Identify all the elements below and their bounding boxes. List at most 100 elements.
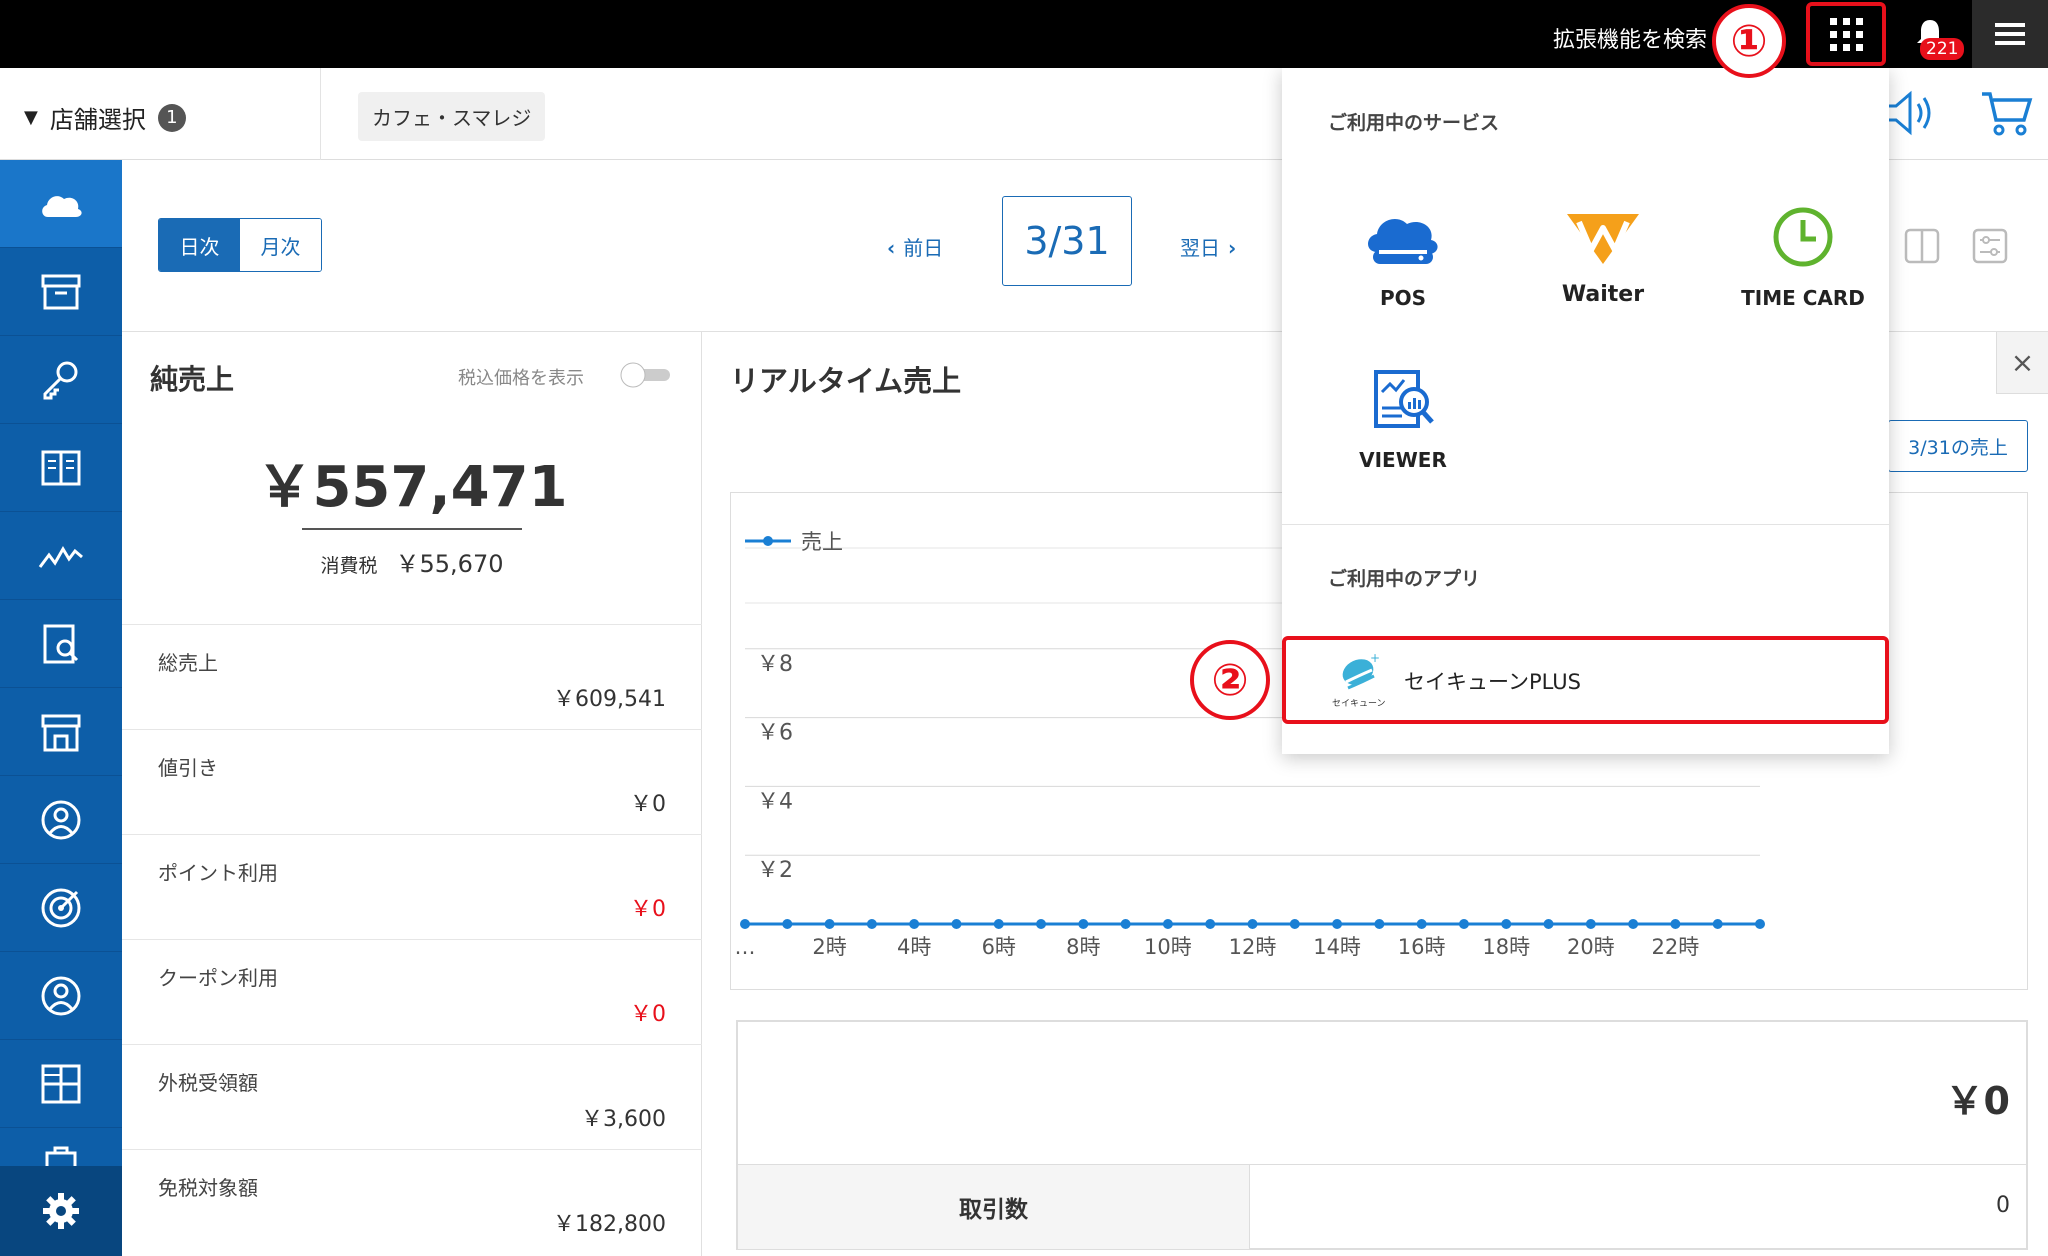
service-label: POS bbox=[1379, 286, 1427, 310]
consumption-tax-value: ￥55,670 bbox=[395, 550, 504, 578]
tax-toggle-switch[interactable] bbox=[620, 362, 674, 388]
cart-icon[interactable] bbox=[1980, 88, 2034, 138]
data-point bbox=[1543, 919, 1554, 929]
service-timecard[interactable]: TIME CARD bbox=[1708, 202, 1898, 322]
x-tick-label: … bbox=[735, 935, 756, 959]
summary-row-value: ￥0 bbox=[630, 897, 666, 922]
total-sales-value: ￥0 bbox=[1945, 1079, 2010, 1123]
sidebar-item-home[interactable] bbox=[0, 160, 122, 248]
legend-label: 売上 bbox=[801, 530, 843, 554]
x-tick-label: 16時 bbox=[1398, 935, 1446, 959]
extension-search-link[interactable]: 拡張機能を検索 bbox=[1553, 22, 1707, 54]
x-tick-label: 2時 bbox=[812, 935, 846, 959]
close-icon: × bbox=[2010, 346, 2035, 379]
summary-row-label: 総売上 bbox=[158, 651, 218, 675]
net-sales-panel: 純売上 税込価格を表示 ￥557,471 消費税 ￥55,670 総売上 ￥609,… bbox=[122, 332, 702, 1256]
sidebar-item-layout[interactable] bbox=[0, 1040, 122, 1128]
book-icon bbox=[41, 450, 81, 485]
data-point bbox=[951, 919, 962, 929]
app-seikyun-plus[interactable]: + セイキューン セイキューンPLUS bbox=[1282, 636, 1889, 724]
sidebar-item-staff[interactable] bbox=[0, 776, 122, 864]
next-day-button[interactable]: 翌日 › bbox=[1180, 232, 1236, 261]
consumption-tax: 消費税 ￥55,670 bbox=[122, 544, 702, 579]
bag-icon bbox=[45, 1146, 77, 1167]
apps-grid-button[interactable] bbox=[1806, 2, 1886, 66]
sidebar-item-search-report[interactable] bbox=[0, 600, 122, 688]
data-point bbox=[1755, 919, 1765, 929]
cloud-icon bbox=[42, 195, 82, 217]
close-button[interactable]: × bbox=[1996, 332, 2048, 394]
tab-monthly[interactable]: 月次 bbox=[240, 219, 321, 271]
data-point bbox=[1670, 919, 1681, 929]
waiter-icon bbox=[1567, 214, 1639, 264]
line-chart-icon bbox=[38, 545, 83, 568]
notification-badge: 221 bbox=[1920, 38, 1965, 60]
total-panel: ￥0 取引数 0 bbox=[736, 1020, 2028, 1250]
target-icon bbox=[41, 888, 81, 927]
summary-row: 総売上 ￥609,541 bbox=[122, 624, 702, 729]
data-point bbox=[824, 919, 835, 929]
data-point bbox=[1078, 919, 1089, 929]
y-tick-label: ￥6 bbox=[757, 721, 793, 746]
date-picker[interactable]: 3/31 bbox=[1002, 196, 1132, 286]
sidebar-item-products[interactable] bbox=[0, 248, 122, 336]
x-tick-label: 22時 bbox=[1652, 935, 1700, 959]
store-select-dropdown[interactable]: ▼ 店舗選択 1 bbox=[24, 100, 186, 135]
settings-sliders-icon[interactable] bbox=[1972, 228, 2008, 264]
apps-title: ご利用中のアプリ bbox=[1328, 568, 1481, 590]
key-icon bbox=[43, 361, 78, 399]
data-point bbox=[993, 919, 1004, 929]
period-toggle: 日次 月次 bbox=[158, 218, 322, 272]
summary-row: ポイント利用 ￥0 bbox=[122, 834, 702, 939]
x-tick-label: 4時 bbox=[897, 935, 931, 959]
transactions-value: 0 bbox=[1996, 1193, 2010, 1218]
summary-row-value: ￥0 bbox=[630, 1002, 666, 1027]
tax-toggle-label: 税込価格を表示 bbox=[458, 368, 584, 389]
summary-row-value: ￥182,800 bbox=[553, 1212, 666, 1237]
service-pos[interactable]: POS bbox=[1308, 202, 1498, 322]
layout-columns-icon[interactable] bbox=[1904, 228, 1940, 264]
sidebar bbox=[0, 160, 122, 1256]
svg-text:+: + bbox=[1370, 651, 1380, 665]
sidebar-item-analytics[interactable] bbox=[0, 512, 122, 600]
data-point bbox=[1374, 919, 1385, 929]
data-point bbox=[1120, 919, 1131, 929]
service-viewer[interactable]: VIEWER bbox=[1308, 364, 1498, 484]
sidebar-item-bag[interactable] bbox=[0, 1128, 122, 1168]
callout-step-2: ② bbox=[1190, 640, 1270, 720]
data-point bbox=[1247, 919, 1258, 929]
daily-sales-button[interactable]: 3/31の売上 bbox=[1888, 420, 2028, 472]
sidebar-item-store[interactable] bbox=[0, 688, 122, 776]
x-tick-label: 18時 bbox=[1482, 935, 1530, 959]
sidebar-item-target[interactable] bbox=[0, 864, 122, 952]
summary-row-value: ￥3,600 bbox=[581, 1107, 666, 1132]
speaker-icon[interactable] bbox=[1880, 88, 1940, 138]
summary-row: 外税受領額 ￥3,600 bbox=[122, 1044, 702, 1149]
data-point bbox=[1501, 919, 1512, 929]
sidebar-item-customers[interactable] bbox=[0, 952, 122, 1040]
gear-icon bbox=[43, 1193, 79, 1229]
apps-dropdown: ご利用中のサービス POS Waiter TIME CARD VIEWER ご利… bbox=[1282, 68, 1889, 754]
data-point bbox=[1332, 919, 1343, 929]
settings-button[interactable] bbox=[0, 1166, 122, 1256]
x-tick-label: 14時 bbox=[1313, 935, 1361, 959]
data-point bbox=[740, 919, 750, 929]
menu-button[interactable] bbox=[1972, 0, 2048, 68]
sidebar-item-reports[interactable] bbox=[0, 424, 122, 512]
store-select-label: 店舗選択 bbox=[49, 106, 146, 134]
next-day-label: 翌日 bbox=[1180, 236, 1220, 260]
summary-row: 値引き ￥0 bbox=[122, 729, 702, 834]
summary-row-label: 免税対象額 bbox=[158, 1176, 258, 1200]
prev-day-button[interactable]: ‹ 前日 bbox=[887, 232, 943, 261]
sidebar-item-settings-key[interactable] bbox=[0, 336, 122, 424]
data-point bbox=[1628, 919, 1639, 929]
y-tick-label: ￥4 bbox=[757, 789, 793, 814]
y-tick-label: ￥8 bbox=[757, 652, 793, 677]
store-chip[interactable]: カフェ・スマレジ bbox=[358, 92, 546, 141]
seikyun-logo-icon: + セイキューン bbox=[1332, 651, 1386, 709]
service-waiter[interactable]: Waiter bbox=[1508, 202, 1698, 322]
customer-icon bbox=[41, 976, 81, 1015]
tab-daily[interactable]: 日次 bbox=[159, 219, 240, 271]
store-icon bbox=[41, 714, 81, 751]
x-tick-label: 6時 bbox=[982, 935, 1016, 959]
